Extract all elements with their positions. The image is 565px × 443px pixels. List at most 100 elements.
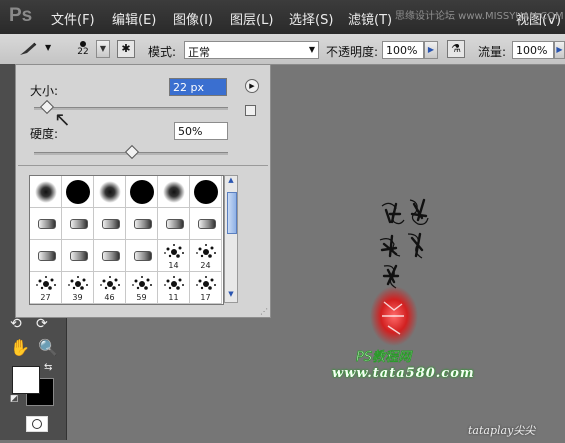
brush-preset-picker: 大小: 22 px ▶ ↖ 硬度: 50% 14 24 27 39 46 59 11 17 ▲… <box>15 64 271 318</box>
brush-preset-cell[interactable] <box>62 208 94 240</box>
brush-preset-cell[interactable] <box>94 208 126 240</box>
menu-filter[interactable]: 滤镜(T) <box>348 9 392 28</box>
brush-preset-cell[interactable] <box>158 208 190 240</box>
scroll-down-icon[interactable]: ▼ <box>225 290 237 302</box>
brush-preset-cell[interactable]: 24 <box>190 240 222 272</box>
menu-bar: Ps 文件(F) 编辑(E) 图像(I) 图层(L) 选择(S) 滤镜(T) 视… <box>0 0 565 34</box>
brush-preset-cell[interactable] <box>94 240 126 272</box>
splatter-glyph-icon <box>100 276 120 290</box>
brush-preset-grid: 14 24 27 39 46 59 11 17 <box>29 175 224 305</box>
menu-select[interactable]: 选择(S) <box>289 9 333 28</box>
menu-file[interactable]: 文件(F) <box>51 9 95 28</box>
brush-panel-toggle-icon[interactable]: ✱ <box>117 40 135 58</box>
hard-brush-icon <box>130 180 154 204</box>
hand-tool-icon[interactable]: ✋ <box>10 338 30 357</box>
brush-picker-dropdown[interactable]: ▼ <box>96 40 110 58</box>
brush-tip-icon <box>134 219 152 229</box>
brush-preset-cell[interactable] <box>30 208 62 240</box>
splatter-glyph-icon <box>132 276 152 290</box>
brush-preset-cell[interactable] <box>190 176 222 208</box>
brush-preset-cell[interactable] <box>126 208 158 240</box>
preset-scrollbar[interactable]: ▲ ▼ <box>224 175 238 303</box>
quick-mask-icon[interactable] <box>26 416 48 432</box>
brush-preset-cell[interactable]: 59 <box>126 272 158 304</box>
options-bar: ▼ 22 ▼ ✱ 模式: 正常 ▼ 不透明度: 100% ▶ ⚗ 流量: 100… <box>0 34 565 65</box>
menu-image[interactable]: 图像(I) <box>173 9 213 28</box>
brush-preset-cell[interactable] <box>62 240 94 272</box>
size-slider-thumb[interactable] <box>39 99 54 115</box>
swap-colors-icon[interactable]: ⇆ <box>44 362 52 373</box>
airbrush-icon[interactable]: ⚗ <box>447 40 465 58</box>
brush-preview[interactable]: 22 <box>72 38 94 60</box>
hard-brush-icon <box>66 180 90 204</box>
menu-layer[interactable]: 图层(L) <box>230 9 273 28</box>
scroll-thumb[interactable] <box>227 192 237 234</box>
soft-brush-icon <box>35 181 57 203</box>
watermark-text: 思缘设计论坛 www.MISSYUAN.COM <box>395 11 564 22</box>
stamp-brand-logo: PS教程网 <box>356 350 414 366</box>
soft-brush-icon <box>99 181 121 203</box>
brush-preset-cell[interactable] <box>126 240 158 272</box>
flow-field[interactable]: 100% <box>512 41 554 59</box>
splatter-glyph-icon <box>196 276 216 290</box>
brush-preset-cell[interactable] <box>126 176 158 208</box>
mode-dropdown-icon: ▼ <box>308 45 315 54</box>
brush-preset-cell[interactable] <box>94 176 126 208</box>
rotate-view-icon[interactable]: ⟲ <box>10 316 22 332</box>
brush-tool-icon[interactable] <box>18 41 40 57</box>
foreground-color-swatch[interactable] <box>12 366 40 394</box>
mode-label: 模式: <box>148 45 177 59</box>
canvas-area[interactable]: PS教程网 www.tata580.com tataplay尖尖 <box>272 64 565 440</box>
brush-tip-icon <box>102 251 120 261</box>
preset-size-label: 17 <box>200 293 211 302</box>
scroll-up-icon[interactable]: ▲ <box>225 176 237 188</box>
default-colors-icon[interactable]: ◩ <box>10 394 19 404</box>
preset-size-label: 27 <box>40 293 51 302</box>
hardness-field[interactable]: 50% <box>174 122 228 140</box>
brush-preset-cell[interactable] <box>30 176 62 208</box>
credit-text: tataplay尖尖 <box>468 424 536 437</box>
brush-preset-cell[interactable]: 17 <box>190 272 222 304</box>
size-label: 大小: <box>30 84 59 98</box>
size-field[interactable]: 22 px <box>169 78 227 96</box>
opacity-field[interactable]: 100% <box>382 41 424 59</box>
brush-preset-cell[interactable]: 39 <box>62 272 94 304</box>
brush-tip-icon <box>70 219 88 229</box>
resize-grip-icon[interactable]: ⋰ <box>260 307 268 316</box>
brush-preset-cell[interactable]: 27 <box>30 272 62 304</box>
picker-menu-button[interactable]: ▶ <box>245 79 259 93</box>
new-preset-icon[interactable] <box>245 105 256 116</box>
menu-edit[interactable]: 编辑(E) <box>112 9 156 28</box>
mode-select[interactable]: 正常 ▼ <box>184 41 319 59</box>
svg-text:PS教程网: PS教程网 <box>356 350 413 365</box>
preset-size-label: 39 <box>72 293 83 302</box>
picker-divider <box>18 165 268 166</box>
mode-value: 正常 <box>188 46 210 59</box>
preset-size-label: 11 <box>168 293 179 302</box>
soft-brush-icon <box>163 181 185 203</box>
brush-size-value: 22 <box>77 47 89 57</box>
zoom-tool-icon[interactable]: 🔍 <box>38 338 58 357</box>
hardness-slider-thumb[interactable] <box>124 144 140 160</box>
preset-size-label: 46 <box>104 293 115 302</box>
brush-preset-cell[interactable]: 14 <box>158 240 190 272</box>
preset-size-label: 59 <box>136 293 147 302</box>
hardness-label: 硬度: <box>30 127 59 141</box>
brush-preset-cell[interactable] <box>62 176 94 208</box>
brush-preset-cell[interactable] <box>158 176 190 208</box>
photoshop-logo: Ps <box>9 5 33 26</box>
3d-orbit-icon[interactable]: ⟳ <box>36 316 48 332</box>
tool-preset-dropdown-icon[interactable]: ▼ <box>45 43 51 52</box>
opacity-slider-arrow-icon[interactable]: ▶ <box>424 41 438 59</box>
flow-slider-arrow-icon[interactable]: ▶ <box>554 41 565 59</box>
brush-preset-cell[interactable]: 46 <box>94 272 126 304</box>
brush-tip-icon <box>38 219 56 229</box>
brush-preset-cell[interactable]: 11 <box>158 272 190 304</box>
calligraphy-artwork <box>370 198 429 346</box>
brush-preset-cell[interactable] <box>30 240 62 272</box>
brush-tip-icon <box>166 219 184 229</box>
preset-size-label: 24 <box>200 261 211 270</box>
splatter-glyph-icon <box>36 276 56 290</box>
brush-preset-cell[interactable] <box>190 208 222 240</box>
stamp-url-text: www.tata580.com <box>332 366 475 381</box>
